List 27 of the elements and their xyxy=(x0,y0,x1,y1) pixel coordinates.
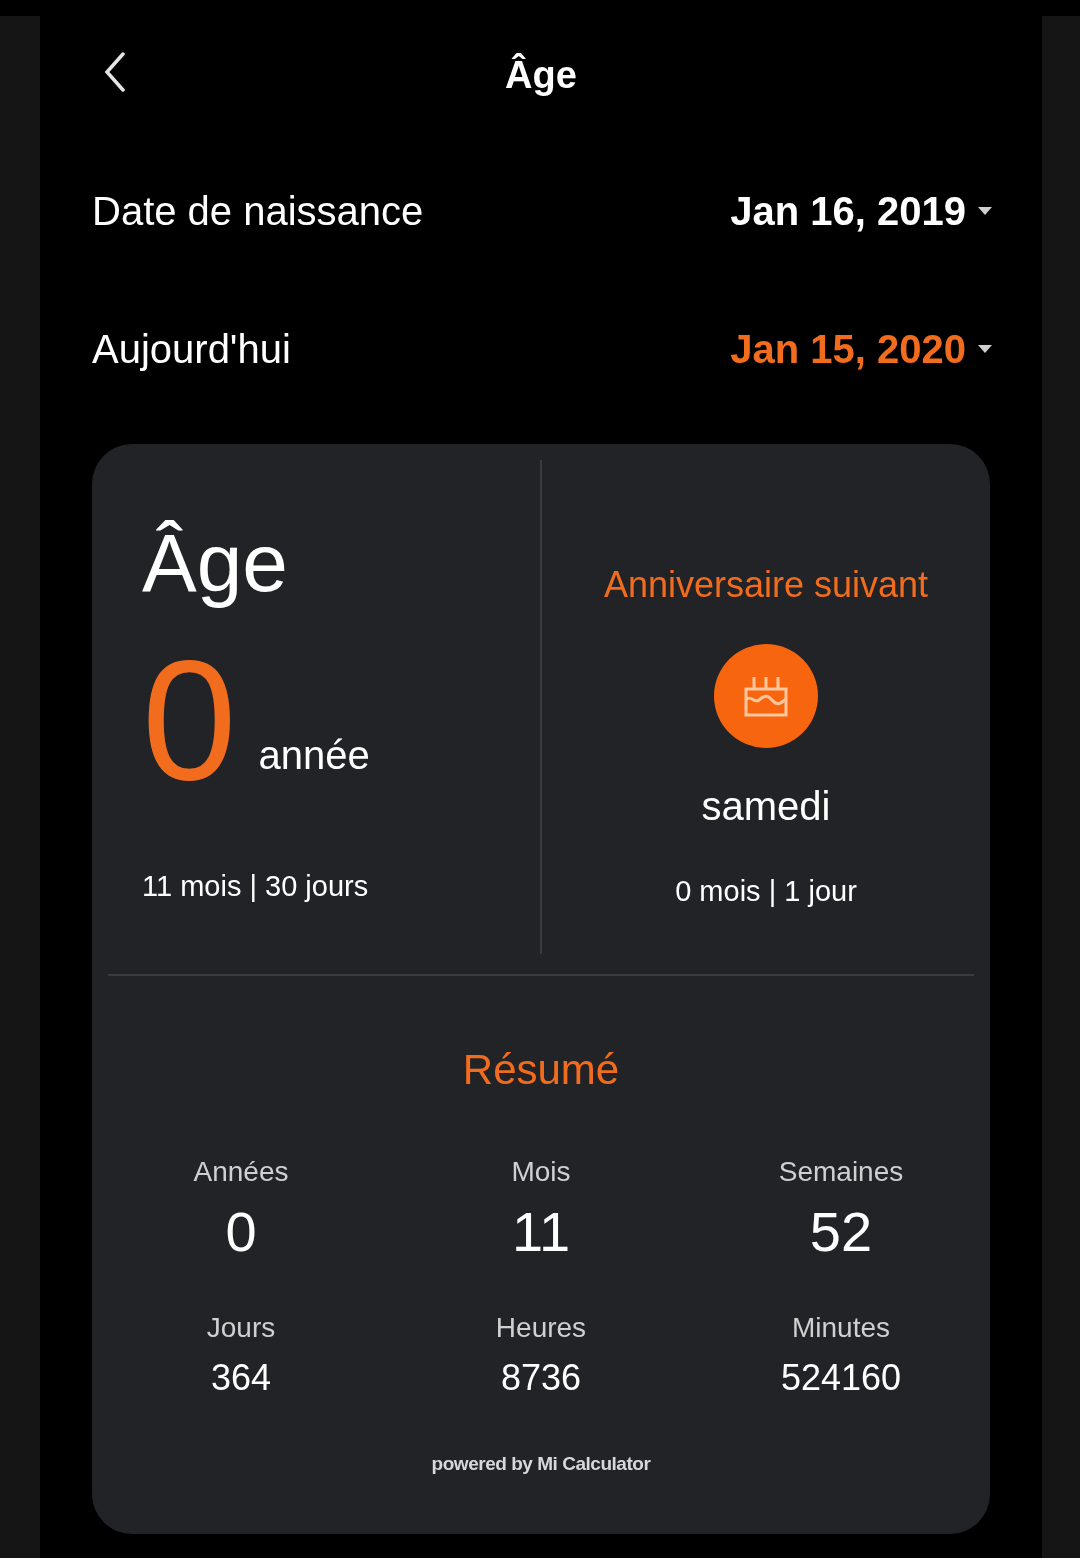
next-birthday-heading: Anniversaire suivant xyxy=(603,563,929,607)
stat-label: Minutes xyxy=(791,1311,890,1345)
date-label: Aujourd'hui xyxy=(92,326,291,373)
stat-label: Semaines xyxy=(778,1155,904,1189)
stat-value: 364 xyxy=(210,1356,272,1400)
caret-icon xyxy=(978,207,992,215)
age-unit: année xyxy=(258,731,370,779)
stat-value: 524160 xyxy=(780,1356,902,1400)
birthday-weekday: samedi xyxy=(701,783,831,830)
stat-label: Années xyxy=(193,1155,289,1189)
stat-value: 52 xyxy=(809,1199,873,1265)
age-number: 0 xyxy=(142,648,237,793)
caret-icon xyxy=(978,345,992,353)
stat-label: Jours xyxy=(206,1311,276,1345)
stat-label: Heures xyxy=(495,1311,587,1345)
stat-value: 8736 xyxy=(500,1356,582,1400)
stat-value: 11 xyxy=(511,1199,571,1265)
powered-by-text: powered by Mi Calculator xyxy=(431,1452,651,1476)
summary-heading: Résumé xyxy=(462,1045,620,1095)
age-detail: 11 mois | 30 jours xyxy=(142,868,370,904)
date-picker[interactable]: Jan 16, 2019 xyxy=(730,181,992,241)
date-picker[interactable]: Jan 15, 2020 xyxy=(730,319,992,379)
stat-label: Mois xyxy=(511,1155,571,1189)
screen-title: Âge xyxy=(505,52,577,98)
stat-value: 0 xyxy=(225,1199,257,1265)
date-label: Date de naissance xyxy=(92,188,424,235)
birthday-countdown: 0 mois | 1 jour xyxy=(675,874,857,909)
